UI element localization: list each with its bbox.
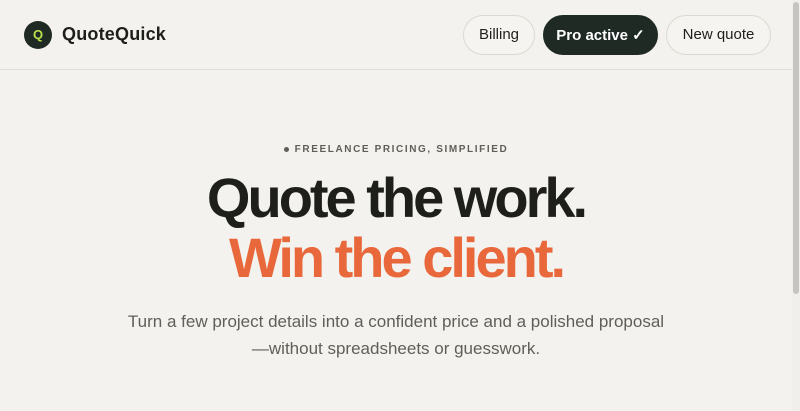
eyebrow-text: FREELANCE PRICING, SIMPLIFIED: [294, 144, 509, 155]
hero-subtitle: Turn a few project details into a confid…: [0, 308, 792, 362]
page: Q QuoteQuick Billing Pro active ✓ New qu…: [0, 0, 800, 411]
brand-name: QuoteQuick: [62, 24, 167, 44]
hero-headline: Quote the work. Win the client.: [0, 168, 792, 288]
nav-actions: Billing Pro active ✓ New quote: [463, 14, 771, 55]
subtitle-line-2: —without spreadsheets or guesswork.: [251, 339, 541, 358]
pro-active-button[interactable]: Pro active ✓: [543, 14, 658, 55]
headline-line-1: Quote the work.: [206, 166, 588, 229]
billing-button[interactable]: Billing: [463, 14, 535, 55]
scrollbar-thumb[interactable]: [793, 2, 799, 294]
new-quote-button[interactable]: New quote: [666, 14, 771, 55]
subtitle-line-1: Turn a few project details into a confid…: [127, 312, 665, 331]
eyebrow: FREELANCE PRICING, SIMPLIFIED: [0, 144, 792, 155]
hero-section: FREELANCE PRICING, SIMPLIFIED Quote the …: [0, 70, 792, 411]
top-nav-bar: Q QuoteQuick Billing Pro active ✓ New qu…: [0, 0, 800, 70]
vertical-scrollbar[interactable]: [792, 0, 800, 411]
bullet-dot-icon: [283, 147, 289, 152]
logo-icon: Q: [24, 20, 52, 49]
brand[interactable]: Q QuoteQuick: [24, 20, 167, 49]
headline-line-2: Win the client.: [228, 226, 566, 289]
